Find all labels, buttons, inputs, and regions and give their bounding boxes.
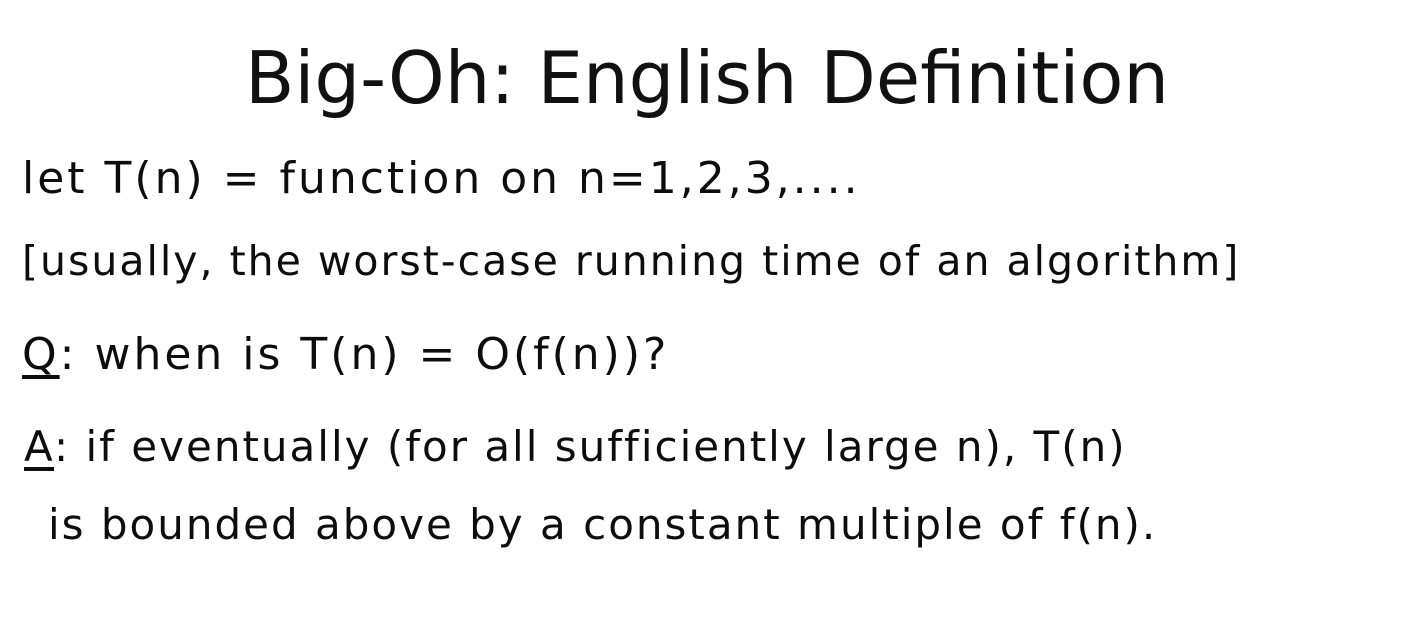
definition-note: [usually, the worst-case running time of…: [22, 237, 1241, 285]
question-text: : when is T(n) = O(f(n))?: [59, 329, 670, 380]
definition-line: let T(n) = function on n=1,2,3,....: [22, 153, 861, 204]
answer-label: A: [24, 422, 54, 471]
slide-title: Big-Oh: English Definition: [244, 36, 1170, 120]
slide: Big-Oh: English Definition let T(n) = fu…: [0, 0, 1414, 642]
answer-continuation: is bounded above by a constant multiple …: [48, 500, 1158, 549]
answer-text: : if eventually (for all sufficiently la…: [54, 422, 1127, 471]
question-line: Q: when is T(n) = O(f(n))?: [22, 320, 669, 390]
question-label: Q: [22, 329, 60, 380]
answer-line: A: if eventually (for all sufficiently l…: [24, 412, 1127, 482]
